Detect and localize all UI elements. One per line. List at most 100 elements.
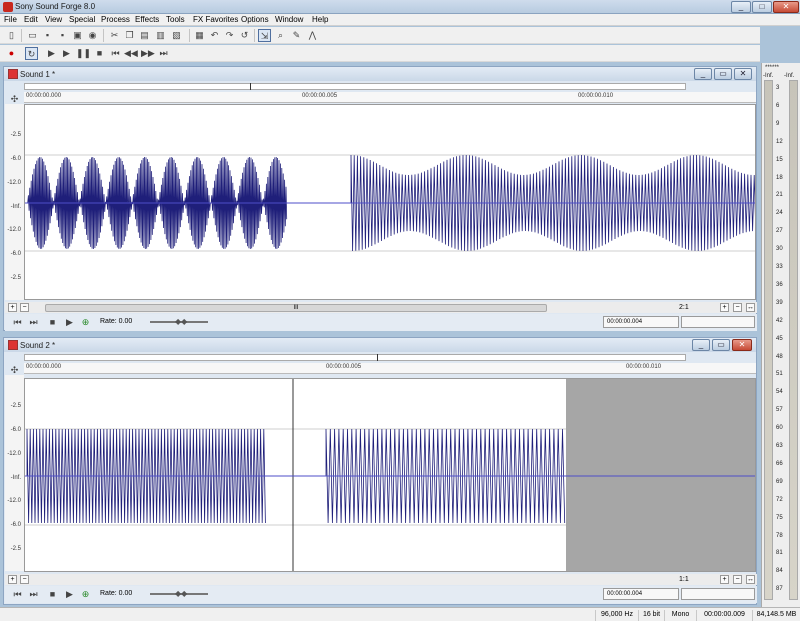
copy-icon[interactable]: ❐ <box>123 29 136 42</box>
save-as-icon[interactable]: ▪ <box>56 29 69 42</box>
sound2-vzoom-out-button[interactable]: − <box>733 575 742 584</box>
sound2-vzoom-in-button[interactable]: + <box>720 575 729 584</box>
db-label: -12.0 <box>7 180 21 186</box>
sound1-restore-button[interactable]: ▭ <box>714 68 732 80</box>
render-icon[interactable]: ▣ <box>71 29 84 42</box>
sound1-overview-bar[interactable] <box>24 83 686 90</box>
meter-scale-label: 36 <box>776 281 783 288</box>
play-icon[interactable]: ▶ <box>63 316 76 329</box>
app-maximize-button[interactable]: □ <box>752 1 772 13</box>
sound2-vzoom-fit-button[interactable]: ↔ <box>746 575 755 584</box>
app-minimize-button[interactable]: _ <box>731 1 751 13</box>
sound1-zoom-in-button[interactable]: + <box>8 303 17 312</box>
sound2-waveform[interactable] <box>24 378 756 572</box>
pause-icon[interactable]: ❚❚ <box>76 47 91 60</box>
play-all-icon[interactable]: ▶ <box>45 47 58 60</box>
cut-icon[interactable]: ✂ <box>108 29 121 42</box>
sound1-minimize-button[interactable]: _ <box>694 68 712 80</box>
menu-file[interactable]: File <box>4 15 17 24</box>
sound2-zoom-out-button[interactable]: − <box>20 575 29 584</box>
sound1-zoom-out-button[interactable]: − <box>20 303 29 312</box>
save-icon[interactable]: ▪ <box>41 29 54 42</box>
open-icon[interactable]: ▭ <box>26 29 39 42</box>
record-icon[interactable]: ● <box>5 47 18 60</box>
ruler-label: 00:00:00.005 <box>326 364 362 370</box>
meter-scale-label: 54 <box>776 389 783 396</box>
rate-slider-thumb-icon[interactable]: ◆◆ <box>175 317 187 326</box>
go-start-icon[interactable]: ⏮ <box>11 316 24 329</box>
go-end-icon[interactable]: ⏭ <box>27 316 40 329</box>
paste-icon[interactable]: ▤ <box>138 29 151 42</box>
sound2-close-button[interactable]: ✕ <box>732 339 752 351</box>
trim-icon[interactable]: ▦ <box>193 29 206 42</box>
edit-tool-icon[interactable]: ⇲ <box>258 29 271 42</box>
go-end-icon[interactable]: ⏭ <box>157 47 170 60</box>
meter-scale-label: 24 <box>776 210 783 217</box>
sound2-scroll-row: + − 1:1 + − ↔ <box>5 574 757 585</box>
stop-icon[interactable]: ■ <box>46 588 59 601</box>
sound2-time-ruler[interactable]: 00:00:00.000 00:00:00.005 00:00:00.010 <box>24 363 756 374</box>
pencil-tool-icon[interactable]: ✎ <box>290 29 303 42</box>
play-all-icon[interactable]: ⊕ <box>79 316 92 329</box>
db-label: -12.0 <box>7 498 21 504</box>
sound1-window: Sound 1 * _ ▭ ✕ ✣ 00:00:00.000 00:00:00.… <box>3 66 757 331</box>
menu-options[interactable]: Options <box>241 15 269 24</box>
sound1-vzoom-fit-button[interactable]: ↔ <box>746 303 755 312</box>
sound2-window: Sound 2 * _ ▭ ✕ ✣ 00:00:00.000 00:00:00.… <box>3 337 757 605</box>
go-start-icon[interactable]: ⏮ <box>11 588 24 601</box>
menu-view[interactable]: View <box>45 15 62 24</box>
envelope-tool-icon[interactable]: ⋀ <box>306 29 319 42</box>
meter-scale-label: 45 <box>776 335 783 342</box>
undo-icon[interactable]: ↶ <box>208 29 221 42</box>
menu-fx-favorites[interactable]: FX Favorites <box>193 15 238 24</box>
sound1-close-button[interactable]: ✕ <box>734 68 752 80</box>
menu-process[interactable]: Process <box>101 15 130 24</box>
sound1-titlebar: Sound 1 * _ ▭ ✕ <box>4 67 756 81</box>
sound1-time-ruler[interactable]: 00:00:00.000 00:00:00.005 00:00:00.010 <box>24 92 756 103</box>
stop-icon[interactable]: ■ <box>93 47 106 60</box>
new-icon[interactable]: ▯ <box>5 29 18 42</box>
meter-scale-label: 42 <box>776 317 783 324</box>
crop-icon[interactable]: ▧ <box>170 29 183 42</box>
menu-special[interactable]: Special <box>69 15 95 24</box>
loop-icon[interactable]: ↻ <box>25 47 38 60</box>
sound1-horizontal-scrollbar[interactable]: III <box>45 304 547 312</box>
sound-forge-app-icon <box>3 2 13 12</box>
ruler-label: 00:00:00.000 <box>26 364 62 370</box>
menu-window[interactable]: Window <box>275 15 303 24</box>
magnify-tool-icon[interactable]: ⌕ <box>274 29 287 42</box>
sound1-db-scale: -2.5 -6.0 -12.0 -Inf. -12.0 -6.0 -2.5 <box>5 104 24 300</box>
sound1-vzoom-out-button[interactable]: − <box>733 303 742 312</box>
meter-scale-label: 18 <box>776 174 783 181</box>
sound2-zoom-in-button[interactable]: + <box>8 575 17 584</box>
sound2-minimize-button[interactable]: _ <box>692 339 710 351</box>
sound2-transport: ⏮ ⏭ ■ ▶ ⊕ Rate: 0.00 ◆◆ 00:00:00.004 <box>5 586 757 603</box>
meter-scale-label: 33 <box>776 264 783 270</box>
forward-icon[interactable]: ▶▶ <box>141 47 155 60</box>
menu-effects[interactable]: Effects <box>135 15 159 24</box>
sound1-waveform[interactable] <box>24 104 756 300</box>
meter-scale-label: 39 <box>776 299 783 306</box>
rewind-icon[interactable]: ◀◀ <box>124 47 138 60</box>
cd-icon[interactable]: ◉ <box>86 29 99 42</box>
go-start-icon[interactable]: ⏮ <box>109 47 122 60</box>
menu-edit[interactable]: Edit <box>24 15 38 24</box>
sound2-restore-button[interactable]: ▭ <box>712 339 730 351</box>
sound2-db-scale: -2.5 -6.0 -12.0 -Inf. -12.0 -6.0 -2.5 <box>5 375 24 571</box>
sound2-titlebar: Sound 2 * _ ▭ ✕ <box>4 338 756 352</box>
redo-icon[interactable]: ↷ <box>223 29 236 42</box>
repeat-icon[interactable]: ↺ <box>238 29 251 42</box>
stop-icon[interactable]: ■ <box>46 316 59 329</box>
menu-help[interactable]: Help <box>312 15 328 24</box>
meter-scale-label: 57 <box>776 407 783 414</box>
rate-slider-thumb-icon[interactable]: ◆◆ <box>175 589 187 598</box>
play-all-icon[interactable]: ⊕ <box>79 588 92 601</box>
sound2-overview-bar[interactable] <box>24 354 686 361</box>
go-end-icon[interactable]: ⏭ <box>27 588 40 601</box>
menu-tools[interactable]: Tools <box>166 15 185 24</box>
play-icon[interactable]: ▶ <box>63 588 76 601</box>
play-icon[interactable]: ▶ <box>60 47 73 60</box>
sound1-vzoom-in-button[interactable]: + <box>720 303 729 312</box>
app-close-button[interactable]: ✕ <box>773 1 799 13</box>
mix-icon[interactable]: ▥ <box>154 29 167 42</box>
